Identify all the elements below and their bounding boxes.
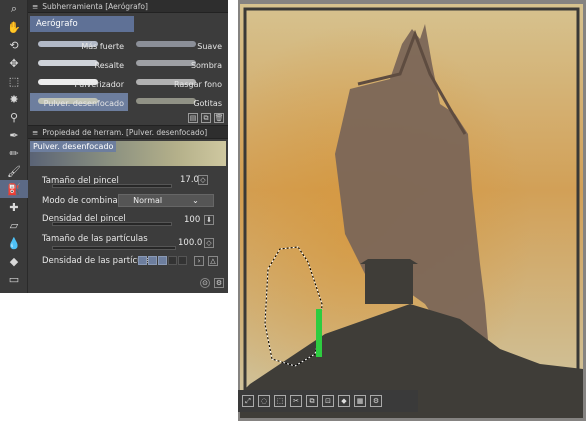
preview-label: Pulver. desenfocado [30,141,117,152]
brush-label: Suave [197,42,222,51]
subtool-group-tab[interactable]: Aerógrafo [30,16,134,32]
pressure-icon[interactable]: ⬇ [204,215,214,225]
fill-selection-icon[interactable]: ◆ [338,395,350,407]
brush-icon[interactable]: 🖌 [0,162,28,180]
fill-icon[interactable]: ◆ [0,252,28,270]
transparent-icon[interactable]: ▦ [354,395,366,407]
tool-property-panel: ≡ Propiedad de herram. [Pulver. desenfoc… [28,125,228,293]
pen-icon[interactable]: ✒ [0,126,28,144]
rotate-icon[interactable]: ⟲ [0,36,28,54]
blend-mode-value: Normal [133,196,163,205]
brush-stroke-preview [136,41,196,47]
brush-item[interactable]: Rasgar fono [128,74,226,92]
cut-icon[interactable]: ✂ [290,395,302,407]
brush-item[interactable]: Pulverizador [30,74,128,92]
density-swatch[interactable] [138,256,147,265]
delete-subtool-icon[interactable]: 🗑 [214,113,224,123]
brush-density-value[interactable]: 100 [184,215,200,225]
menu-icon[interactable]: ≡ [32,128,38,137]
brush-label: Rasgar fono [174,80,222,89]
particle-size-slider[interactable] [52,246,176,250]
subtool-panel: ≡ Subherramienta [Aerógrafo] Aerógrafo M… [28,0,228,125]
stepper-icon[interactable]: ◇ [198,175,208,185]
warning-icon[interactable]: △ [208,256,218,266]
duplicate-subtool-icon[interactable]: ⧉ [201,113,211,123]
brush-item[interactable]: Suave [128,36,226,54]
density-swatch[interactable] [178,256,187,265]
blend-icon[interactable]: 💧 [0,234,28,252]
particle-size-label: Tamaño de las partículas [42,234,148,244]
brush-label: Pulver. desenfocado [43,99,124,108]
decoration-icon[interactable]: ✚ [0,198,28,216]
density-swatch[interactable] [168,256,177,265]
selection-launcher-bar: ⤢ ◌ ⬚ ✂ ⧉ ⊡ ◆ ▦ ⚙ [238,390,418,412]
brush-size-slider[interactable] [52,184,172,188]
brush-stroke-preview [136,98,196,104]
hand-icon[interactable]: ✋ [0,18,28,36]
zoom-icon[interactable]: ⌕ [0,0,28,18]
subtool-panel-title: ≡ Subherramienta [Aerógrafo] [28,0,228,13]
brush-label: Gotitas [193,99,222,108]
crop-icon[interactable]: ⊡ [322,395,334,407]
tool-palette: ⌕ ✋ ⟲ ✥ ⬚ ✸ ⚲ ✒ ✏ 🖌 ⛽ ✚ ▱ 💧 ◆ ▭ [0,0,28,293]
particle-density-swatches[interactable] [138,256,188,265]
eyedropper-icon[interactable]: ⚲ [0,108,28,126]
drawing-canvas[interactable] [240,4,583,418]
expand-icon[interactable]: ⤢ [242,395,254,407]
canvas-area[interactable]: ⤢ ◌ ⬚ ✂ ⧉ ⊡ ◆ ▦ ⚙ [238,0,586,421]
brush-item[interactable]: Gotitas [128,93,226,111]
brush-stroke-preview [38,60,98,66]
subtool-title: Subherramienta [Aerógrafo] [42,1,148,11]
brush-item[interactable]: Más fuerte [30,36,128,54]
wrench-icon[interactable]: ⚙ [214,278,224,288]
magic-wand-icon[interactable]: ✸ [0,90,28,108]
gradient-icon[interactable]: ▭ [0,270,28,288]
select-all-icon[interactable]: ◌ [258,395,270,407]
brush-stroke-preview [136,60,196,66]
next-icon[interactable]: › [194,256,204,266]
artwork-illustration [240,4,583,418]
particle-size-value[interactable]: 100.0 [178,238,202,248]
density-swatch[interactable] [148,256,157,265]
brush-label: Resalte [94,61,124,70]
chevron-down-icon: ⌄ [192,196,199,205]
pencil-icon[interactable]: ✏ [0,144,28,162]
brush-item[interactable]: Sombra [128,55,226,73]
blend-mode-select[interactable]: Normal ⌄ [118,194,214,207]
menu-icon[interactable]: ≡ [32,2,38,11]
selection-icon[interactable]: ⬚ [0,72,28,90]
brush-label: Pulverizador [74,80,124,89]
density-swatch[interactable] [158,256,167,265]
stepper-icon[interactable]: ◇ [204,238,214,248]
toolprop-title: Propiedad de herram. [Pulver. desenfocad… [42,127,208,137]
brush-preview: Pulver. desenfocado [30,141,226,166]
move-icon[interactable]: ✥ [0,54,28,72]
brush-label: Sombra [190,61,222,70]
copy-icon[interactable]: ⧉ [306,395,318,407]
toolprop-title-bar: ≡ Propiedad de herram. [Pulver. desenfoc… [28,126,228,139]
brush-label: Más fuerte [81,42,124,51]
reset-icon[interactable]: ⊙ [200,278,210,288]
airbrush-icon[interactable]: ⛽ [0,180,28,198]
brush-size-value[interactable]: 17.0 [180,175,199,185]
brush-grid: Más fuerte Suave Resalte Sombra Pulverizador… [30,36,226,112]
settings-icon[interactable]: ⚙ [370,395,382,407]
brush-density-slider[interactable] [52,222,172,226]
brush-item[interactable]: Resalte [30,55,128,73]
deselect-icon[interactable]: ⬚ [274,395,286,407]
eraser-icon[interactable]: ▱ [0,216,28,234]
brush-item[interactable]: Pulver. desenfocado [30,93,128,111]
subtool-settings-icon[interactable]: ▤ [188,113,198,123]
subtool-group-label: Aerógrafo [36,19,78,29]
